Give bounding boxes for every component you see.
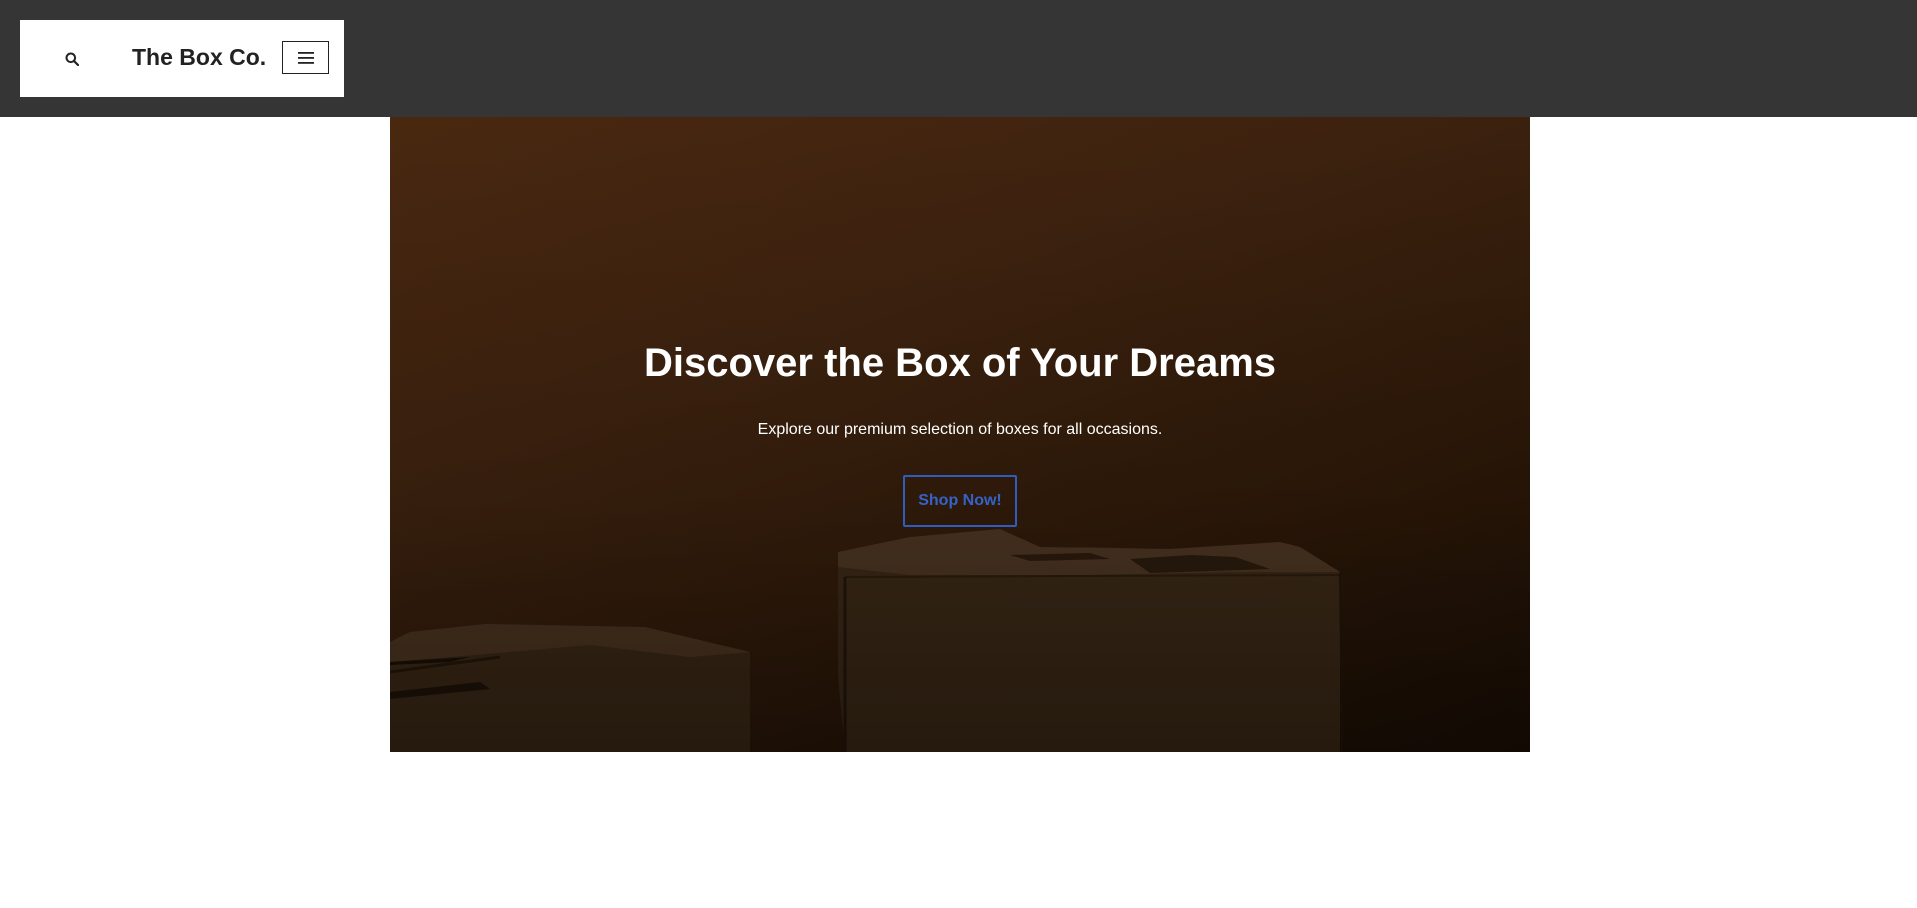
brand-card: The Box Co. [20, 20, 344, 97]
hamburger-menu-icon [297, 51, 314, 64]
brand-title[interactable]: The Box Co. [132, 44, 266, 71]
menu-button[interactable] [282, 41, 329, 74]
hero-title: Discover the Box of Your Dreams [643, 341, 1277, 385]
hero-banner: Discover the Box of Your Dreams Explore … [390, 117, 1530, 752]
shop-now-button[interactable]: Shop Now! [903, 475, 1017, 527]
search-button[interactable] [60, 49, 84, 69]
hero-subtitle: Explore our premium selection of boxes f… [757, 421, 1163, 438]
search-icon [65, 52, 79, 66]
site-header: The Box Co. [0, 0, 1917, 117]
